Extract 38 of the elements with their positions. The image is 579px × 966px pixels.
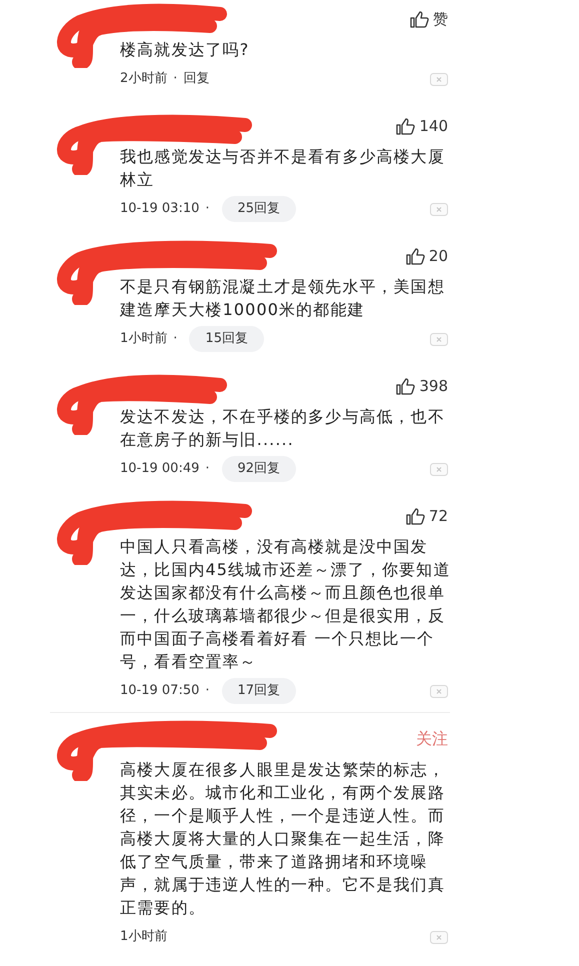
reply-count-button[interactable]: 25回复: [222, 196, 296, 222]
like-button[interactable]: 20: [404, 244, 450, 268]
comment-text: 发达不发达，不在乎楼的多少与高低，也不在意房子的新与旧......: [120, 406, 446, 451]
separator-dot: ·: [173, 70, 178, 88]
separator-dot: ·: [205, 460, 210, 478]
comment-time: 2小时前: [120, 70, 168, 88]
like-button[interactable]: 赞: [408, 8, 450, 30]
thumbs-up-icon: [396, 118, 416, 134]
separator-dot: ·: [205, 682, 210, 700]
like-button[interactable]: 72: [404, 504, 450, 528]
close-icon[interactable]: [430, 72, 448, 86]
close-icon[interactable]: [430, 332, 448, 346]
comment-text: 不是只有钢筋混凝土才是领先水平，美国想建造摩天大楼10000米的都能建: [120, 276, 446, 321]
close-icon[interactable]: [430, 930, 448, 944]
reply-count-button[interactable]: 92回复: [222, 456, 296, 482]
comment-text: 中国人只看高楼，没有高楼就是没中国发达，比国内45线城市还差～漂了，你要知道发达国家都没有什么高楼～而且颜色也很单一，什么玻璃幕墙都很少～但是很实用，反而中国面子高楼看着好看 一个只想比一个号，看看空置率～: [120, 536, 452, 673]
comment-time: 10-19 03:10: [120, 200, 200, 218]
close-icon[interactable]: [430, 462, 448, 476]
like-button[interactable]: 140: [394, 114, 450, 138]
comment-text: 楼高就发达了吗?: [120, 39, 250, 61]
close-icon[interactable]: [430, 202, 448, 216]
reply-count-button[interactable]: 15回复: [189, 326, 264, 352]
like-button[interactable]: 398: [394, 374, 450, 398]
comment-time: 10-19 00:49: [120, 460, 200, 478]
comment-text: 我也感觉发达与否并不是看有多少高楼大厦林立: [120, 146, 446, 191]
thumbs-up-icon: [410, 10, 429, 28]
comment-time: 1小时前: [120, 928, 168, 946]
reply-count-button[interactable]: 17回复: [222, 678, 296, 704]
thumbs-up-icon: [406, 248, 425, 264]
comment-time: 10-19 07:50: [120, 682, 200, 700]
separator-dot: ·: [205, 200, 210, 218]
thumbs-up-icon: [406, 508, 425, 524]
separator-dot: ·: [173, 330, 178, 348]
thumbs-up-icon: [396, 378, 416, 394]
reply-link[interactable]: 回复: [183, 69, 210, 89]
close-icon[interactable]: [430, 684, 448, 698]
comment-time: 1小时前: [120, 330, 168, 348]
comment-text: 高楼大厦在很多人眼里是发达繁荣的标志，其实未必。城市化和工业化，有两个发展路径，一个是顺乎人性，一个是违逆人性。而高楼大厦将大量的人口聚集在一起生活，降低了空气质量，带来了道路拥堵和环境噪声，就属于违逆人性的一种。它不是我们真正需要的。: [120, 759, 446, 919]
